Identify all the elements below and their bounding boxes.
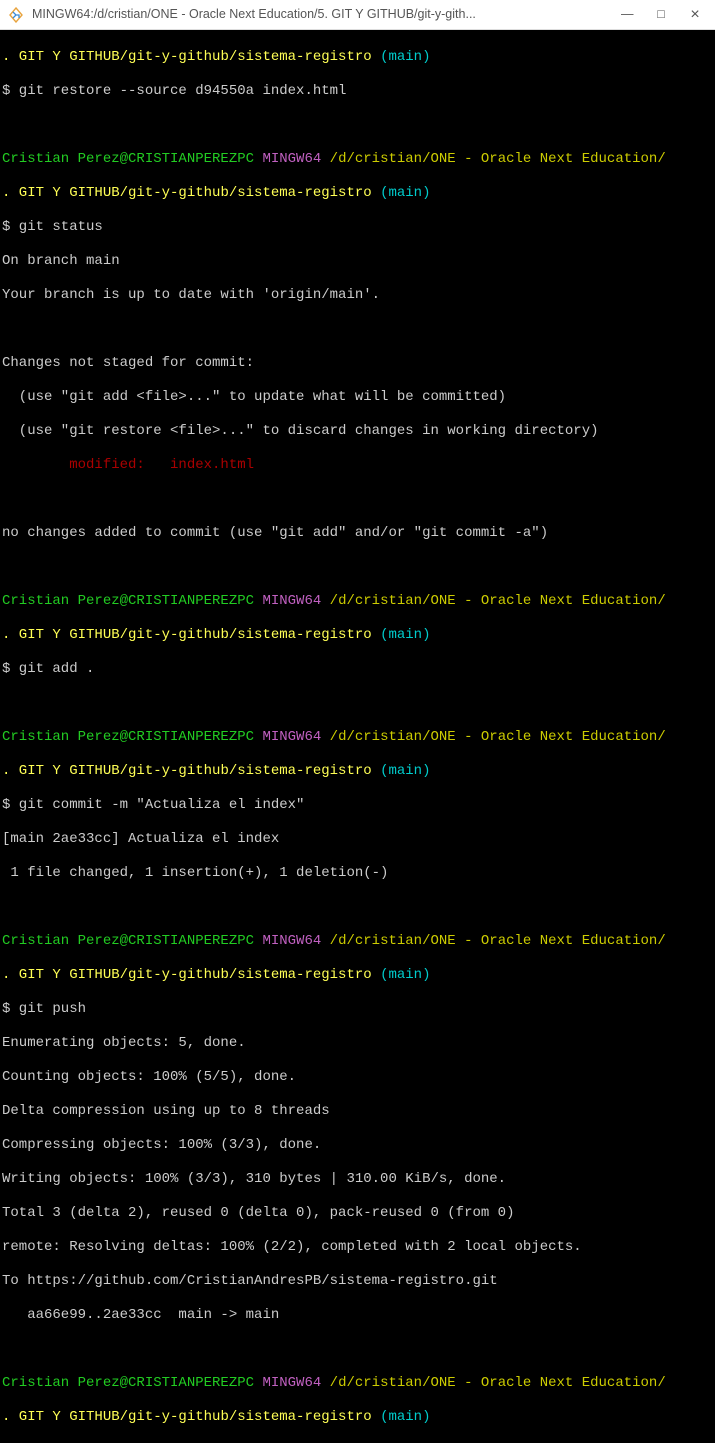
status-hint-add: (use "git add <file>..." to update what … (2, 389, 715, 406)
terminal-view[interactable]: . GIT Y GITHUB/git-y-github/sistema-regi… (0, 30, 715, 1443)
cmd-git-push: $ git push (2, 1001, 715, 1018)
minimize-button[interactable]: — (621, 6, 633, 23)
push-output-1: Enumerating objects: 5, done. (2, 1035, 715, 1052)
maximize-button[interactable]: □ (655, 6, 667, 23)
window-controls: — □ × (615, 6, 707, 23)
window-titlebar: MINGW64:/d/cristian/ONE - Oracle Next Ed… (0, 0, 715, 30)
push-output-8: To https://github.com/CristianAndresPB/s… (2, 1273, 715, 1290)
status-uptodate: Your branch is up to date with 'origin/m… (2, 287, 715, 304)
cwd-line: . GIT Y GITHUB/git-y-github/sistema-regi… (2, 1409, 715, 1426)
cmd-git-commit: $ git commit -m "Actualiza el index" (2, 797, 715, 814)
push-output-7: remote: Resolving deltas: 100% (2/2), co… (2, 1239, 715, 1256)
blank-line (2, 491, 715, 508)
push-output-6: Total 3 (delta 2), reused 0 (delta 0), p… (2, 1205, 715, 1222)
blank-line (2, 695, 715, 712)
app-logo-icon (8, 7, 24, 23)
close-button[interactable]: × (689, 6, 701, 23)
commit-output-1: [main 2ae33cc] Actualiza el index (2, 831, 715, 848)
push-output-3: Delta compression using up to 8 threads (2, 1103, 715, 1120)
prompt-line: Cristian Perez@CRISTIANPEREZPC MINGW64 /… (2, 933, 715, 950)
blank-line (2, 559, 715, 576)
status-not-staged: Changes not staged for commit: (2, 355, 715, 372)
commit-output-2: 1 file changed, 1 insertion(+), 1 deleti… (2, 865, 715, 882)
cwd-line: . GIT Y GITHUB/git-y-github/sistema-regi… (2, 49, 715, 66)
status-hint-restore: (use "git restore <file>..." to discard … (2, 423, 715, 440)
cmd-git-add: $ git add . (2, 661, 715, 678)
cmd-git-status: $ git status (2, 219, 715, 236)
push-output-5: Writing objects: 100% (3/3), 310 bytes |… (2, 1171, 715, 1188)
push-output-4: Compressing objects: 100% (3/3), done. (2, 1137, 715, 1154)
cwd-line: . GIT Y GITHUB/git-y-github/sistema-regi… (2, 967, 715, 984)
status-modified: modified: index.html (2, 457, 715, 474)
cwd-line: . GIT Y GITHUB/git-y-github/sistema-regi… (2, 763, 715, 780)
blank-line (2, 1341, 715, 1358)
blank-line (2, 321, 715, 338)
status-no-changes: no changes added to commit (use "git add… (2, 525, 715, 542)
push-output-2: Counting objects: 100% (5/5), done. (2, 1069, 715, 1086)
cmd-git-restore: $ git restore --source d94550a index.htm… (2, 83, 715, 100)
prompt-line: Cristian Perez@CRISTIANPEREZPC MINGW64 /… (2, 1375, 715, 1392)
cwd-line: . GIT Y GITHUB/git-y-github/sistema-regi… (2, 185, 715, 202)
blank-line (2, 899, 715, 916)
window-title: MINGW64:/d/cristian/ONE - Oracle Next Ed… (32, 6, 615, 23)
push-output-9: aa66e99..2ae33cc main -> main (2, 1307, 715, 1324)
prompt-line: Cristian Perez@CRISTIANPEREZPC MINGW64 /… (2, 593, 715, 610)
status-branch: On branch main (2, 253, 715, 270)
blank-line (2, 117, 715, 134)
cwd-line: . GIT Y GITHUB/git-y-github/sistema-regi… (2, 627, 715, 644)
prompt-line: Cristian Perez@CRISTIANPEREZPC MINGW64 /… (2, 151, 715, 168)
prompt-line: Cristian Perez@CRISTIANPEREZPC MINGW64 /… (2, 729, 715, 746)
